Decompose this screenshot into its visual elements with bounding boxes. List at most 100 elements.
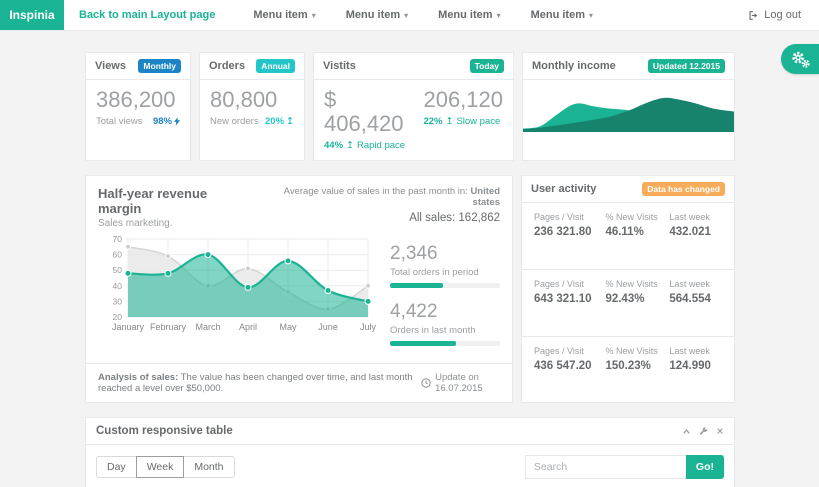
- new-visits-label: % New Visits: [605, 279, 669, 289]
- nav-spacer: [623, 0, 748, 30]
- orders-period-value: 2,346: [390, 243, 500, 265]
- menu-item-label: Menu item: [438, 9, 492, 21]
- svg-text:July: July: [360, 322, 376, 332]
- caret-down-icon: ▾: [589, 11, 593, 20]
- vistits-card-body: $ 406,420 44% ↥ Rapid pace 206,120 22% ↥…: [314, 80, 513, 160]
- revenue-title: Half-year revenue margin: [98, 186, 254, 216]
- orders-label: New orders: [210, 116, 259, 127]
- menu-item-3[interactable]: Menu item ▾: [438, 0, 500, 30]
- pages-visit-value: 236 321.80: [534, 226, 605, 238]
- vistits-card-header: Vistits Today: [314, 53, 513, 80]
- svg-text:June: June: [318, 322, 338, 332]
- new-visits-label: % New Visits: [605, 346, 669, 356]
- views-value: 386,200: [96, 88, 180, 112]
- logout-button[interactable]: Log out: [748, 0, 801, 30]
- views-card: Views Monthly 386,200 Total views 98%: [85, 52, 191, 161]
- last-week-label: Last week: [669, 279, 722, 289]
- revenue-chart-row: 203040506070JanuaryFebruaryMarchAprilMay…: [86, 229, 512, 359]
- vistits-stat-2: 206,120 22% ↥ Slow pace: [423, 88, 503, 151]
- svg-text:February: February: [150, 322, 187, 332]
- all-sales-value: All sales: 162,862: [254, 212, 500, 224]
- today-badge: Today: [470, 59, 504, 73]
- pages-visit-value: 643 321.10: [534, 293, 605, 305]
- orders-card-body: 80,800 New orders 20% ↥: [200, 80, 304, 136]
- caret-down-icon: ▾: [404, 11, 408, 20]
- month-filter-button[interactable]: Month: [183, 456, 234, 478]
- svg-text:20: 20: [113, 312, 123, 322]
- gears-icon: [790, 50, 811, 69]
- views-card-body: 386,200 Total views 98%: [86, 80, 190, 136]
- user-activity-row: Pages / Visit % New Visits Last week 236…: [522, 203, 734, 270]
- pages-visit-label: Pages / Visit: [534, 279, 605, 289]
- revenue-subtitle: Sales marketing.: [98, 218, 254, 229]
- user-activity-header: User activity Data has changed: [522, 176, 734, 203]
- user-activity-title: User activity: [531, 183, 596, 195]
- pages-visit-label: Pages / Visit: [534, 212, 605, 222]
- svg-text:40: 40: [113, 281, 123, 291]
- menu-item-4[interactable]: Menu item ▾: [531, 0, 593, 30]
- level-up-icon: ↥: [286, 116, 294, 127]
- day-filter-button[interactable]: Day: [96, 456, 137, 478]
- vistits-stat-1: $ 406,420 44% ↥ Rapid pace: [324, 88, 405, 151]
- last-week-value: 432.021: [669, 226, 722, 238]
- table-row-container: Custom responsive table Day Week: [85, 417, 735, 487]
- monthly-income-card: Monthly income Updated 12.2015: [522, 52, 735, 161]
- new-visits-label: % New Visits: [605, 212, 669, 222]
- new-visits-value: 92.43%: [605, 293, 669, 305]
- panel-tools: [682, 427, 724, 436]
- menu-item-label: Menu item: [253, 9, 307, 21]
- revenue-panel: Half-year revenue margin Sales marketing…: [85, 175, 513, 403]
- back-to-layout-link[interactable]: Back to main Layout page: [79, 0, 215, 30]
- revenue-stats: 2,346 Total orders in period 4,422 Order…: [390, 233, 500, 359]
- svg-text:70: 70: [113, 234, 123, 244]
- level-up-icon: ↥: [346, 140, 354, 151]
- monthly-income-header: Monthly income Updated 12.2015: [523, 53, 734, 80]
- analysis-label: Analysis of sales:: [98, 372, 178, 383]
- orders-delta: 20%: [265, 116, 284, 127]
- menu-item-label: Menu item: [531, 9, 585, 21]
- annual-badge: Annual: [256, 59, 295, 73]
- last-week-label: Last week: [669, 346, 722, 356]
- menu-item-1[interactable]: Menu item ▾: [253, 0, 315, 30]
- orders-card: Orders Annual 80,800 New orders 20% ↥: [199, 52, 305, 161]
- period-filter-group: Day Week Month: [96, 456, 235, 478]
- search-go-button[interactable]: Go!: [686, 455, 724, 479]
- vistits-note-1: Rapid pace: [357, 140, 405, 151]
- wrench-icon[interactable]: [699, 427, 708, 436]
- svg-text:March: March: [195, 322, 220, 332]
- revenue-header: Half-year revenue margin Sales marketing…: [86, 176, 512, 229]
- close-icon[interactable]: [716, 427, 724, 435]
- vistits-value-2: 206,120: [423, 88, 503, 112]
- orders-month-progress: [390, 341, 500, 346]
- monthly-income-chart: [523, 80, 734, 132]
- week-filter-button[interactable]: Week: [136, 456, 185, 478]
- orders-value: 80,800: [210, 88, 294, 112]
- svg-text:30: 30: [113, 297, 123, 307]
- search-input[interactable]: [525, 455, 687, 479]
- vistits-value-1: $ 406,420: [324, 88, 405, 136]
- views-card-header: Views Monthly: [86, 53, 190, 80]
- new-visits-value: 46.11%: [605, 226, 669, 238]
- theme-settings-button[interactable]: [781, 44, 819, 74]
- sign-out-icon: [748, 10, 759, 21]
- caret-down-icon: ▾: [312, 11, 316, 20]
- avg-sales-label: Average value of sales in the past month…: [284, 186, 468, 197]
- vistits-delta-2: 22%: [423, 116, 442, 127]
- table-panel-header: Custom responsive table: [86, 418, 734, 445]
- views-delta: 98%: [153, 116, 172, 127]
- vistits-note-2: Slow pace: [456, 116, 500, 127]
- vistits-card: Vistits Today $ 406,420 44% ↥ Rapid pace…: [313, 52, 514, 161]
- views-label: Total views: [96, 116, 142, 127]
- svg-text:April: April: [239, 322, 257, 332]
- collapse-icon[interactable]: [682, 427, 691, 436]
- level-up-icon: ↥: [445, 116, 453, 127]
- bolt-icon: [174, 117, 180, 126]
- orders-card-header: Orders Annual: [200, 53, 304, 80]
- orders-period-progress: [390, 283, 500, 288]
- orders-card-title: Orders: [209, 60, 245, 72]
- menu-item-2[interactable]: Menu item ▾: [346, 0, 408, 30]
- brand-logo[interactable]: Inspinia: [0, 0, 64, 30]
- table-panel-title: Custom responsive table: [96, 425, 233, 437]
- orders-period-label: Total orders in period: [390, 267, 500, 278]
- logout-label: Log out: [764, 9, 801, 21]
